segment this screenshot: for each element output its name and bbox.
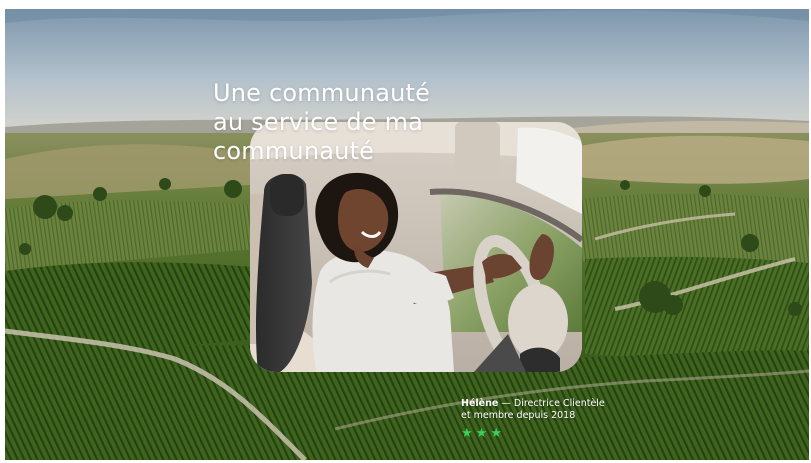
testimonial-role: Directrice Clientèle (513, 398, 605, 409)
testimonial-name: Hélène (461, 398, 499, 409)
headline-line-1: Une communauté (213, 79, 431, 107)
rating-stars: ★ ★ ★ (461, 427, 502, 441)
hero-headline: Une communauté au service de ma communau… (213, 79, 430, 166)
testimonial-separator: — (498, 398, 514, 409)
headline-line-2: au service de ma (213, 108, 424, 136)
star-icon: ★ (475, 426, 488, 441)
hero-section: Une communauté au service de ma communau… (5, 9, 809, 460)
testimonial-caption: Hélène — Directrice Clientèle et membre … (461, 398, 605, 422)
headline-line-3: communauté (213, 137, 375, 165)
testimonial-member-since: et membre depuis 2018 (461, 410, 576, 421)
star-icon: ★ (490, 426, 502, 441)
star-icon: ★ (461, 426, 473, 441)
